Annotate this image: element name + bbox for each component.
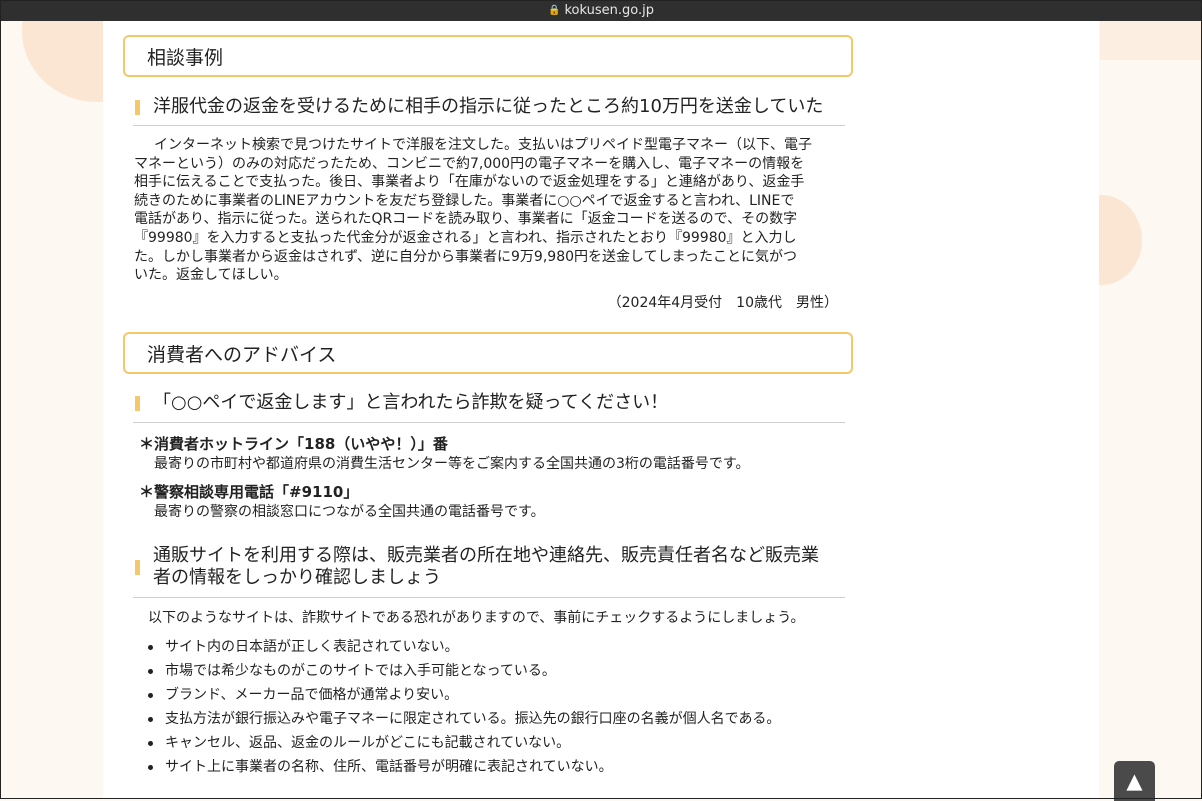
heading-accent-bar (135, 100, 140, 115)
warning-checklist: サイト内の日本語が正しく表記されていない。 市場では希少なものがこのサイトでは入… (148, 635, 780, 779)
main-content: 相談事例 洋服代金の返金を受けるために相手の指示に従ったところ約10万円を送金し… (103, 21, 1099, 799)
advice-subheading-1: 「○○ペイで返金します」と言われたら詐欺を疑ってください！ (133, 392, 845, 423)
hotline-title: ＊消費者ホットライン「188（いやや！）」番 (139, 435, 448, 453)
up-arrow-icon: ▲ (1126, 769, 1143, 793)
list-item: サイト上に事業者の名称、住所、電話番号が明確に表記されていない。 (148, 755, 780, 779)
lock-icon: 🔒 (548, 5, 561, 16)
advice-intro: 以下のようなサイトは、詐欺サイトである恐れがありますので、事前にチェックするよう… (148, 610, 805, 626)
list-item: ブランド、メーカー品で価格が通常より安い。 (148, 683, 780, 707)
list-item: 市場では希少なものがこのサイトでは入手可能となっている。 (148, 659, 780, 683)
hotline-description: 最寄りの市町村や都道府県の消費生活センター等をご案内する全国共通の3桁の電話番号… (154, 456, 750, 472)
heading-accent-bar (135, 560, 140, 575)
url-text: kokusen.go.jp (564, 3, 654, 18)
section-title-case: 相談事例 (123, 35, 853, 77)
advice-subheading-2: 通販サイトを利用する際は、販売業者の所在地や連絡先、販売責任者名など販売業 者の… (133, 545, 845, 598)
list-item: サイト内の日本語が正しく表記されていない。 (148, 635, 780, 659)
browser-address-bar[interactable]: 🔒 kokusen.go.jp (0, 0, 1202, 21)
list-item: キャンセル、返品、返金のルールがどこにも記載されていない。 (148, 731, 780, 755)
police-hotline-description: 最寄りの警察の相談窓口につながる全国共通の電話番号です。 (154, 504, 545, 520)
heading-accent-bar (135, 396, 140, 411)
section-title-advice: 消費者へのアドバイス (123, 332, 853, 374)
background-band-decoration (1100, 20, 1202, 60)
case-subheading: 洋服代金の返金を受けるために相手の指示に従ったところ約10万円を送金していた (133, 96, 845, 126)
back-to-top-button[interactable]: ▲ (1114, 761, 1155, 801)
police-hotline-title: ＊警察相談専用電話「#9110」 (139, 483, 359, 501)
list-item: 支払方法が銀行振込みや電子マネーに限定されている。振込先の銀行口座の名義が個人名… (148, 707, 780, 731)
case-note: （2024年4月受付 10歳代 男性） (607, 295, 838, 311)
case-body: インターネット検索で見つけたサイトで洋服を注文した。支払いはプリペイド型電子マネ… (134, 137, 812, 284)
